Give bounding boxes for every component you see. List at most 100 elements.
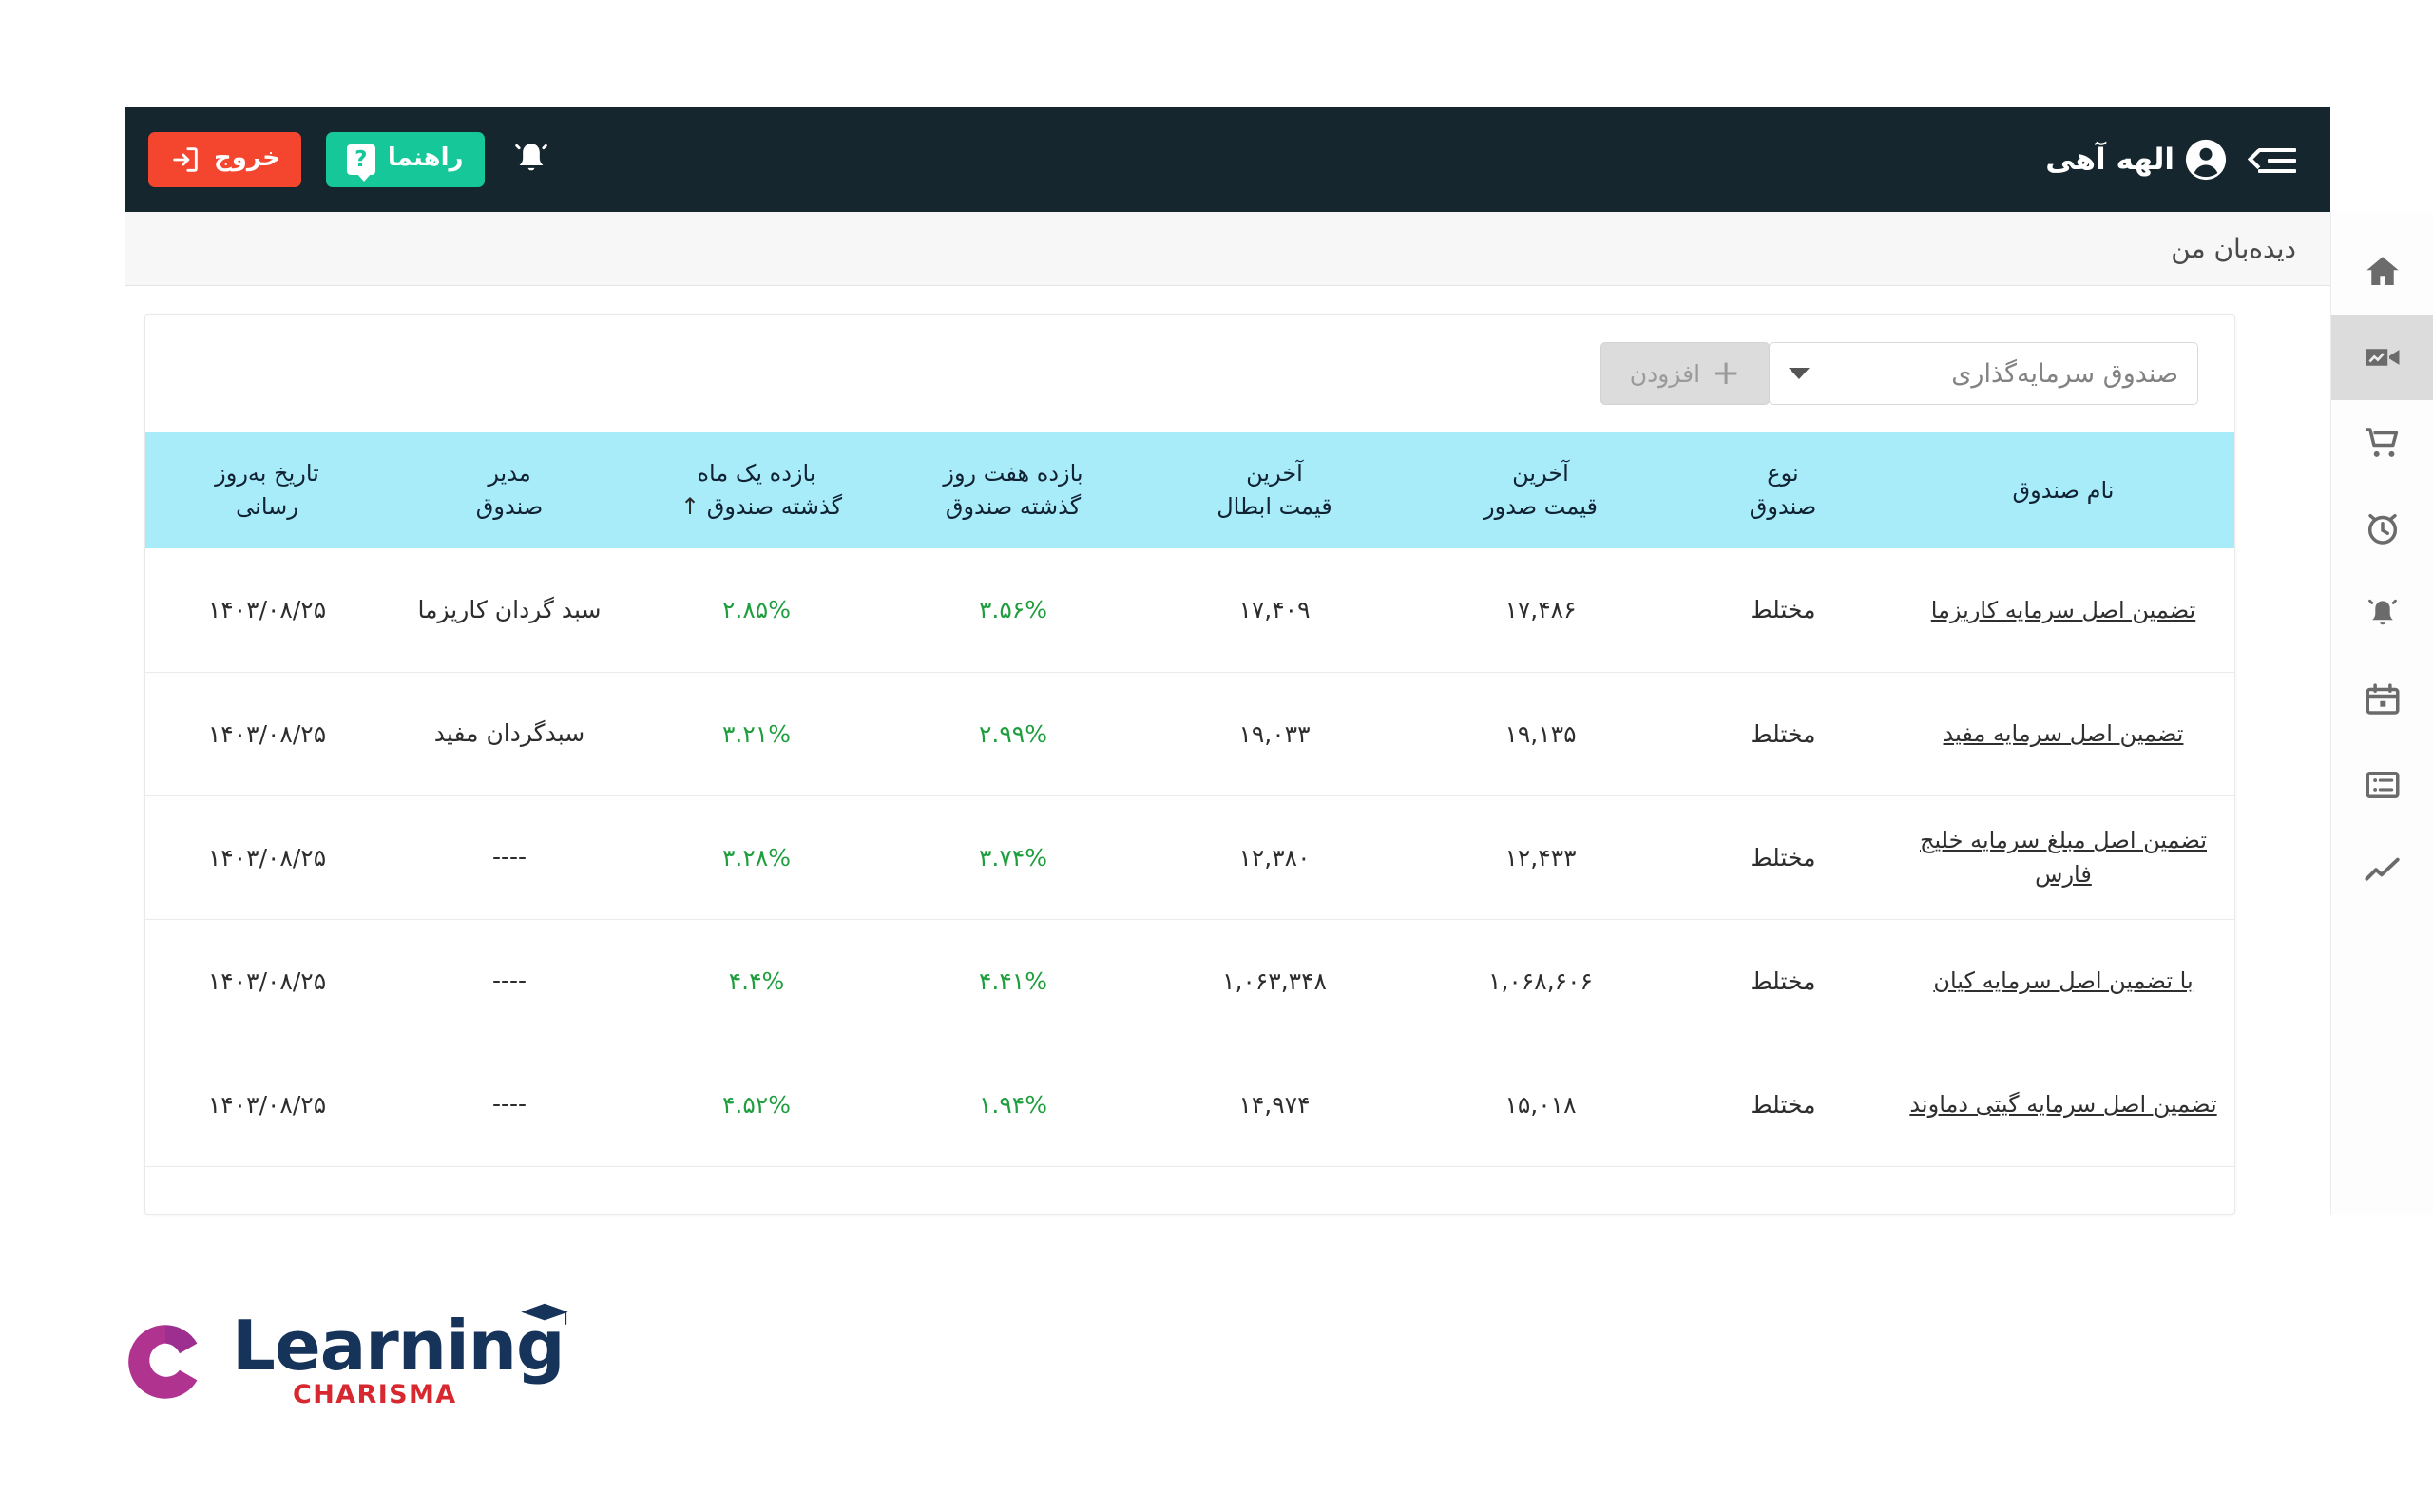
logo-text: Learning CHARISMA [232, 1303, 568, 1409]
chevron-down-icon [1789, 368, 1810, 379]
shopping-cart-icon [2363, 423, 2403, 463]
cell-fund-manager: سبد گردان کاریزما [391, 548, 628, 673]
page-title: دیده‌بان من [2171, 233, 2296, 264]
question-mark-icon: ? [346, 144, 375, 182]
table-header-row: نام صندوق نوع صندوق آخرین قیمت صدور آخری… [145, 432, 2234, 549]
col-return-7d[interactable]: بازده هفت روز گذشته صندوق [885, 432, 1141, 549]
cell-fund-manager: ---- [391, 795, 628, 920]
cell-updated-date: ۱۴۰۳/۰۸/۲۵ [145, 1043, 391, 1167]
cell-cancel-price: ۱۴,۹۷۴ [1141, 1043, 1408, 1167]
watchlist-card: صندوق سرمایه‌گذاری + افزودن نام صندوق [144, 314, 2235, 1215]
card-toolbar: صندوق سرمایه‌گذاری + افزودن [145, 315, 2234, 432]
bell-icon [2363, 594, 2403, 634]
exit-button[interactable]: خروج [148, 132, 301, 187]
cell-cancel-price: ۱۲,۳۸۰ [1141, 795, 1408, 920]
table-row: تضمین اصل مبلغ سرمایه خلیج فارس مختلط ۱۲… [145, 795, 2234, 920]
cell-fund-name: تضمین اصل سرمایه مفید [1892, 672, 2234, 796]
help-button[interactable]: راهنما ? [325, 132, 485, 187]
cell-return-7d: ۲.۹۹% [885, 672, 1141, 796]
col-cancel-price[interactable]: آخرین قیمت ابطال [1141, 432, 1408, 549]
cell-fund-type: مختلط [1674, 1043, 1892, 1167]
cell-updated-date: ۱۴۰۳/۰۸/۲۵ [145, 919, 391, 1043]
calendar-icon [2363, 679, 2403, 719]
navbar-right-group: الهه آهی [2045, 138, 2296, 182]
cell-fund-name: تضمین اصل مبلغ سرمایه خلیج فارس [1892, 795, 2234, 920]
sort-ascending-arrow-icon: ↑ [680, 493, 700, 521]
logo-word: Learning [232, 1306, 565, 1386]
rail-item-calendar[interactable] [2331, 657, 2433, 742]
cell-return-7d: ۳.۷۴% [885, 795, 1141, 920]
col-fund-manager[interactable]: مدیر صندوق [391, 432, 628, 549]
line-chart-icon [2363, 851, 2403, 890]
col-return-30d[interactable]: بازده یک ماه گذشته صندوق ↑ [628, 432, 885, 549]
graduation-cap-icon [519, 1302, 570, 1330]
cell-updated-date: ۱۴۰۳/۰۸/۲۵ [145, 672, 391, 796]
col-updated-date[interactable]: تاریخ به‌روز رسانی [145, 432, 391, 549]
cell-return-30d: ۴.۵۲% [628, 1043, 885, 1167]
table-row: تضمین اصل سرمایه مفید مختلط ۱۹,۱۳۵ ۱۹,۰۳… [145, 672, 2234, 796]
video-camera-chart-icon [2363, 337, 2403, 377]
rail-item-watchlist[interactable] [2330, 315, 2433, 400]
cell-return-30d: ۴.۴% [628, 919, 885, 1043]
table-body: تضمین اصل سرمایه کاریزما مختلط ۱۷,۴۸۶ ۱۷… [145, 548, 2234, 1167]
rail-item-alarm[interactable] [2331, 486, 2433, 571]
bell-icon[interactable] [509, 137, 553, 182]
cell-return-7d: ۴.۴۱% [885, 919, 1141, 1043]
cell-issue-price: ۱۷,۴۸۶ [1408, 548, 1674, 673]
rail-item-home[interactable] [2331, 229, 2433, 315]
icon-rail [2330, 212, 2433, 1215]
cell-issue-price: ۱۲,۴۳۳ [1408, 795, 1674, 920]
table-row: تضمین اصل سرمایه کاریزما مختلط ۱۷,۴۸۶ ۱۷… [145, 548, 2234, 673]
cell-issue-price: ۱۹,۱۳۵ [1408, 672, 1674, 796]
add-button-label: افزودن [1629, 359, 1701, 388]
page-subheader: دیده‌بان من [125, 212, 2330, 286]
table-row: تضمین اصل سرمایه گیتی دماوند مختلط ۱۵,۰۱… [145, 1043, 2234, 1167]
cell-issue-price: ۱,۰۶۸,۶۰۶ [1408, 919, 1674, 1043]
add-button[interactable]: + افزودن [1600, 342, 1770, 405]
watchlist-table: نام صندوق نوع صندوق آخرین قیمت صدور آخری… [145, 432, 2234, 1167]
cell-return-7d: ۱.۹۴% [885, 1043, 1141, 1167]
cell-cancel-price: ۱۹,۰۳۳ [1141, 672, 1408, 796]
list-icon [2363, 765, 2403, 805]
navbar-left-group: راهنما ? خروج [148, 132, 553, 187]
cell-fund-name: تضمین اصل سرمایه کاریزما [1892, 548, 2234, 673]
user-circle-icon [2184, 138, 2228, 182]
cell-fund-manager: ---- [391, 1043, 628, 1167]
cell-return-30d: ۳.۲۸% [628, 795, 885, 920]
col-fund-name[interactable]: نام صندوق [1892, 432, 2234, 549]
col-fund-type[interactable]: نوع صندوق [1674, 432, 1892, 549]
cell-return-30d: ۳.۲۱% [628, 672, 885, 796]
rail-item-cart[interactable] [2331, 400, 2433, 486]
fund-link[interactable]: با تضمین اصل سرمایه کیان [1933, 964, 2193, 998]
fund-link[interactable]: تضمین اصل سرمایه کاریزما [1931, 593, 2195, 627]
cell-fund-type: مختلط [1674, 795, 1892, 920]
home-icon [2363, 252, 2403, 292]
rail-item-list[interactable] [2331, 742, 2433, 828]
rail-item-notifications[interactable] [2331, 571, 2433, 657]
cell-fund-type: مختلط [1674, 672, 1892, 796]
user-menu[interactable]: الهه آهی [2045, 138, 2228, 182]
page-root: الهه آهی راهنما ? خروج [0, 0, 2433, 1512]
cell-updated-date: ۱۴۰۳/۰۸/۲۵ [145, 795, 391, 920]
plus-icon: + [1712, 354, 1741, 392]
cell-cancel-price: ۱,۰۶۳,۳۴۸ [1141, 919, 1408, 1043]
cell-fund-manager: ---- [391, 919, 628, 1043]
fund-link[interactable]: تضمین اصل مبلغ سرمایه خلیج فارس [1900, 823, 2227, 891]
fund-link[interactable]: تضمین اصل سرمایه مفید [1944, 717, 2184, 751]
cell-fund-name: تضمین اصل سرمایه گیتی دماوند [1892, 1043, 2234, 1167]
col-issue-price[interactable]: آخرین قیمت صدور [1408, 432, 1674, 549]
cell-return-7d: ۳.۵۶% [885, 548, 1141, 673]
cell-fund-manager: سبدگردان مفید [391, 672, 628, 796]
rail-item-chart[interactable] [2331, 828, 2433, 913]
cell-fund-type: مختلط [1674, 548, 1892, 673]
cell-return-30d: ۲.۸۵% [628, 548, 885, 673]
top-navbar: الهه آهی راهنما ? خروج [125, 107, 2330, 212]
charisma-circle-mark-icon [124, 1320, 207, 1404]
cell-cancel-price: ۱۷,۴۰۹ [1141, 548, 1408, 673]
exit-button-label: خروج [214, 144, 280, 172]
instrument-type-select[interactable]: صندوق سرمایه‌گذاری [1769, 342, 2198, 405]
fund-link[interactable]: تضمین اصل سرمایه گیتی دماوند [1909, 1087, 2216, 1121]
cell-fund-type: مختلط [1674, 919, 1892, 1043]
cell-fund-name: با تضمین اصل سرمایه کیان [1892, 919, 2234, 1043]
hamburger-collapse-icon[interactable] [2247, 141, 2296, 179]
